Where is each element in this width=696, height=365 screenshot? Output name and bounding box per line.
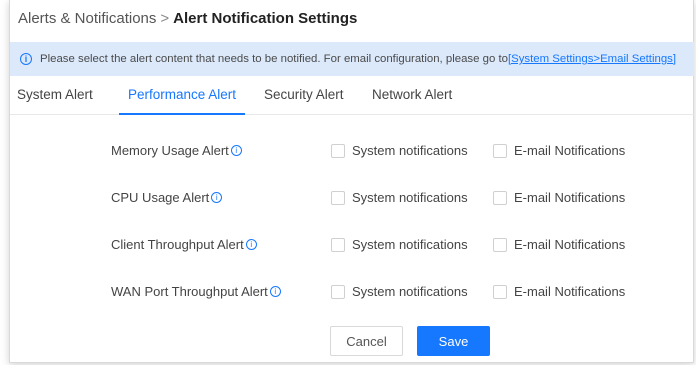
info-banner: i Please select the alert content that n… (10, 42, 694, 76)
info-text: Please select the alert content that nee… (40, 53, 508, 65)
alert-label-text: WAN Port Throughput Alert (111, 284, 268, 299)
wan-system-notification-checkbox[interactable] (331, 285, 345, 299)
alert-label-text: Client Throughput Alert (111, 237, 244, 252)
cancel-button[interactable]: Cancel (330, 326, 403, 356)
client-email-notification-label[interactable]: E-mail Notifications (514, 237, 625, 252)
cpu-system-notification-label[interactable]: System notifications (352, 190, 468, 205)
memory-email-notification-label[interactable]: E-mail Notifications (514, 143, 625, 158)
wan-port-throughput-alert-label: WAN Port Throughput Alert i (111, 284, 281, 299)
wan-system-notification-label[interactable]: System notifications (352, 284, 468, 299)
help-icon[interactable]: i (245, 239, 257, 250)
help-icon[interactable]: i (211, 192, 223, 203)
info-icon: i (20, 53, 32, 65)
cpu-email-notification-label[interactable]: E-mail Notifications (514, 190, 625, 205)
settings-panel: Alerts & Notifications > Alert Notificatio… (9, 0, 694, 363)
tab-security-alert[interactable]: Security Alert (264, 87, 344, 102)
active-tab-indicator (119, 113, 245, 115)
tab-network-alert[interactable]: Network Alert (372, 87, 452, 102)
alert-label-text: CPU Usage Alert (111, 190, 210, 205)
alert-tabs: System Alert Performance Alert Security … (10, 76, 694, 115)
save-button[interactable]: Save (417, 326, 490, 356)
email-settings-link[interactable]: [System Settings>Email Settings] (508, 53, 676, 65)
breadcrumb: Alerts & Notifications > Alert Notificatio… (18, 10, 357, 27)
tab-performance-alert[interactable]: Performance Alert (128, 87, 236, 102)
wan-email-notification-checkbox[interactable] (493, 285, 507, 299)
client-system-notification-label[interactable]: System notifications (352, 237, 468, 252)
alert-label-text: Memory Usage Alert (111, 143, 229, 158)
help-icon[interactable]: i (230, 145, 242, 156)
client-system-notification-checkbox[interactable] (331, 238, 345, 252)
tab-system-alert[interactable]: System Alert (17, 87, 93, 102)
memory-email-notification-checkbox[interactable] (493, 144, 507, 158)
memory-system-notification-checkbox[interactable] (331, 144, 345, 158)
wan-email-notification-label[interactable]: E-mail Notifications (514, 284, 625, 299)
memory-usage-alert-label: Memory Usage Alert i (111, 143, 242, 158)
cpu-usage-alert-label: CPU Usage Alert i (111, 190, 223, 205)
client-throughput-alert-label: Client Throughput Alert i (111, 237, 257, 252)
client-email-notification-checkbox[interactable] (493, 238, 507, 252)
breadcrumb-parent[interactable]: Alerts & Notifications (18, 10, 156, 27)
memory-system-notification-label[interactable]: System notifications (352, 143, 468, 158)
breadcrumb-separator: > (160, 10, 170, 27)
cpu-email-notification-checkbox[interactable] (493, 191, 507, 205)
help-icon[interactable]: i (269, 286, 281, 297)
cpu-system-notification-checkbox[interactable] (331, 191, 345, 205)
page-title: Alert Notification Settings (173, 10, 358, 27)
